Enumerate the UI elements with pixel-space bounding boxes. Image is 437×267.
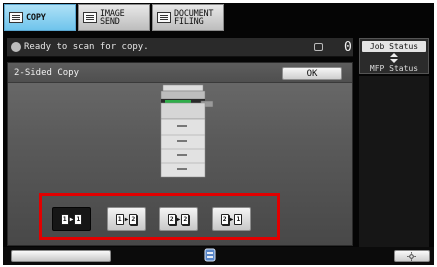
mode-tab-bar: COPY IMAGE SEND DOCUMENT FILING [4, 4, 224, 34]
copy-page-icon: 1 [234, 213, 243, 225]
original-page-icon: 2 [167, 213, 176, 225]
copy-page-icon: 1 [74, 213, 83, 225]
tab-image-send-label: IMAGE SEND [100, 8, 125, 27]
duplex-mode-button-1-to-1[interactable]: 1 ▶ 1 [52, 207, 91, 231]
original-page-icon: 2 [220, 213, 229, 225]
arrow-icon: ▶ [124, 215, 129, 223]
status-switch-panel[interactable]: Job Status MFP Status [359, 38, 429, 74]
status-message: Ready to scan for copy. [24, 42, 149, 52]
job-list-area [359, 76, 429, 247]
tab-document-filing-label: DOCUMENT FILING [174, 8, 214, 27]
panel-header: 2-Sided Copy OK [8, 63, 352, 83]
ok-button[interactable]: OK [282, 67, 342, 80]
document-filing-icon [157, 12, 171, 23]
copy-count-icon [314, 43, 323, 51]
tab-copy[interactable]: COPY [4, 4, 76, 31]
mfp-machine-illustration [160, 84, 214, 178]
scanner-status-icon [11, 42, 21, 52]
tab-image-send[interactable]: IMAGE SEND [78, 4, 150, 31]
image-send-icon [83, 12, 97, 23]
mfp-status-label[interactable]: MFP Status [370, 64, 418, 73]
copy-page-icon: 2 [181, 213, 190, 225]
original-page-icon: 1 [115, 213, 124, 225]
arrow-icon: ▶ [69, 215, 74, 223]
help-icon[interactable] [202, 247, 218, 263]
system-key-left[interactable] [11, 250, 111, 262]
tab-document-filing[interactable]: DOCUMENT FILING [152, 4, 224, 31]
duplex-mode-selection: 1 ▶ 1 1 ▶ 2 2 ▶ 2 2 ▶ 1 [39, 193, 280, 240]
arrow-icon: ▶ [176, 215, 181, 223]
duplex-mode-button-2-to-1[interactable]: 2 ▶ 1 [212, 207, 251, 231]
tab-copy-label: COPY [26, 12, 46, 23]
job-status-button[interactable]: Job Status [362, 41, 426, 52]
copy-icon [9, 12, 23, 23]
panel-title: 2-Sided Copy [14, 68, 80, 78]
two-sided-copy-panel: 2-Sided Copy OK 1 ▶ 1 1 ▶ 2 2 ▶ 2 2 ▶ 1 [7, 62, 353, 246]
bottom-bar [3, 247, 434, 265]
original-page-icon: 1 [60, 213, 69, 225]
brightness-button[interactable] [394, 250, 430, 262]
copy-page-icon: 2 [129, 213, 138, 225]
toggle-arrows-icon [390, 53, 398, 63]
sun-icon [407, 252, 416, 261]
duplex-mode-button-1-to-2[interactable]: 1 ▶ 2 [107, 207, 146, 231]
copy-count: 0 [344, 40, 352, 55]
duplex-mode-button-2-to-2[interactable]: 2 ▶ 2 [159, 207, 198, 231]
arrow-icon: ▶ [229, 215, 234, 223]
status-bar: Ready to scan for copy. 0 [7, 38, 353, 57]
